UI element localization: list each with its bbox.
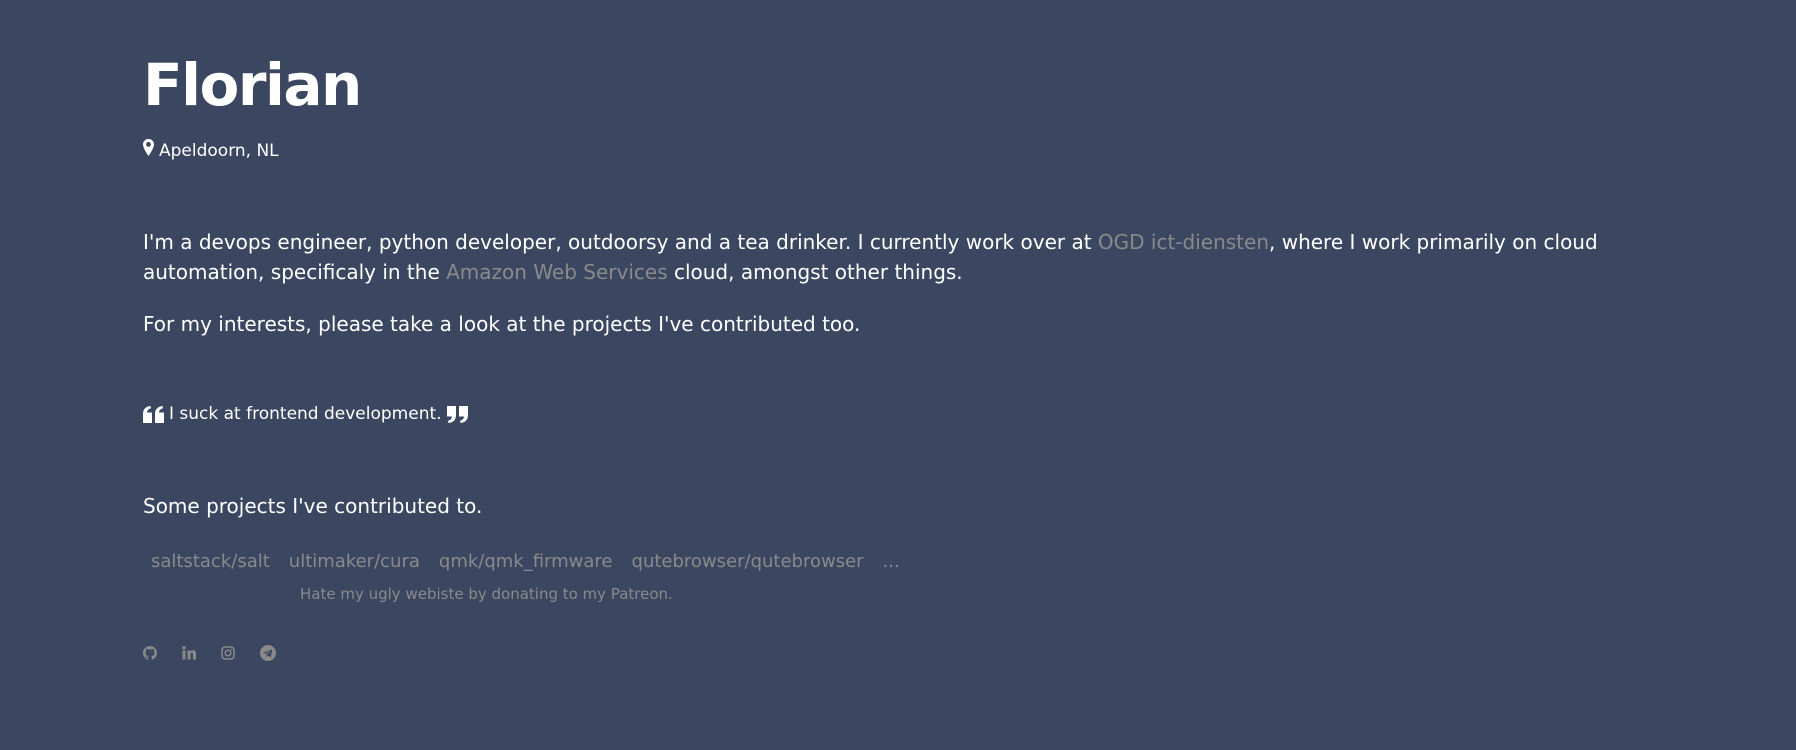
project-link-cura[interactable]: ultimaker/cura — [289, 549, 420, 575]
github-link[interactable] — [143, 645, 159, 661]
location-text: Apeldoorn, NL — [159, 141, 279, 161]
quote-right-icon — [446, 405, 468, 423]
aws-link[interactable]: Amazon Web Services — [446, 260, 667, 284]
page-title: Florian — [143, 51, 362, 119]
page: Florian Apeldoorn, NL I'm a devops engin… — [0, 0, 1796, 750]
projects-heading: Some projects I've contributed to. — [143, 494, 483, 518]
instagram-icon — [221, 645, 235, 661]
project-link-qmk[interactable]: qmk/qmk_firmware — [439, 549, 613, 575]
quote-left-icon — [143, 405, 164, 423]
intro-text-1: I'm a devops engineer, python developer,… — [143, 230, 1098, 254]
intro-text-3: cloud, amongst other things. — [667, 260, 963, 284]
project-link-salt[interactable]: saltstack/salt — [151, 549, 270, 575]
intro-paragraph: I'm a devops engineer, python developer,… — [143, 227, 1603, 287]
telegram-icon — [260, 645, 276, 661]
linkedin-icon — [182, 645, 196, 661]
interests-paragraph: For my interests, please take a look at … — [143, 312, 861, 336]
quote-text: I suck at frontend development. — [169, 404, 442, 424]
social-links — [143, 645, 299, 661]
location: Apeldoorn, NL — [143, 139, 279, 163]
patreon-link[interactable]: Hate my ugly webiste by donating to my P… — [300, 583, 673, 605]
map-marker-icon — [143, 139, 159, 163]
linkedin-link[interactable] — [182, 645, 198, 661]
github-icon — [143, 645, 157, 661]
project-link-qutebrowser[interactable]: qutebrowser/qutebrowser — [632, 549, 864, 575]
employer-link[interactable]: OGD ict-diensten — [1098, 230, 1269, 254]
quote: I suck at frontend development. — [143, 402, 468, 426]
project-link-more[interactable]: ... — [883, 549, 900, 575]
telegram-link[interactable] — [260, 645, 276, 661]
instagram-link[interactable] — [221, 645, 237, 661]
projects-list: saltstack/salt ultimaker/cura qmk/qmk_fi… — [151, 549, 919, 575]
